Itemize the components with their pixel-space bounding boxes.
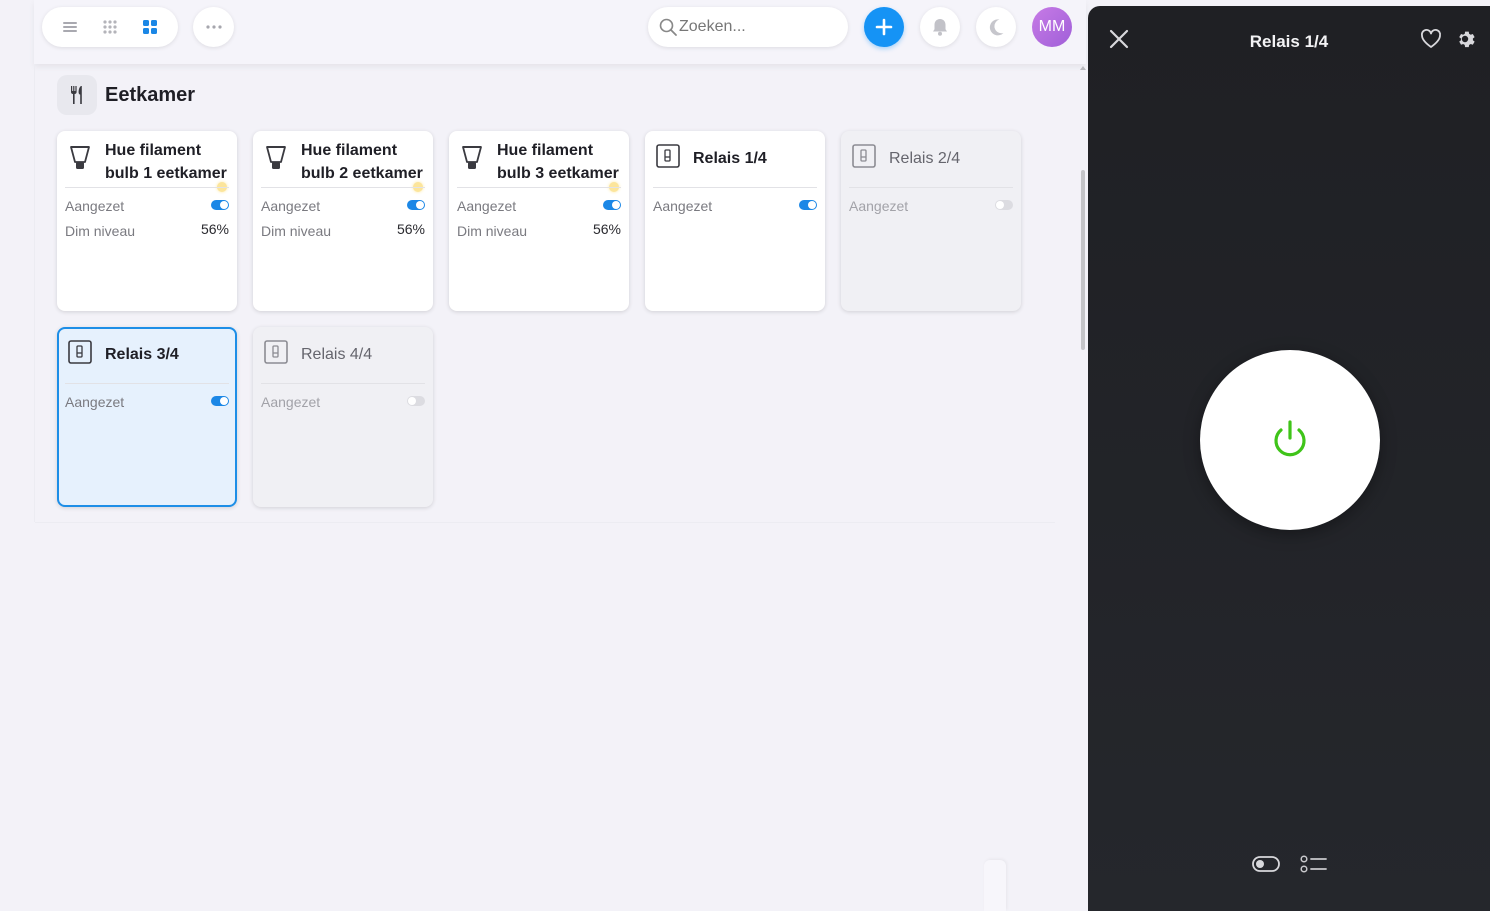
fork-knife-icon <box>57 75 97 115</box>
content-left-edge <box>34 64 35 522</box>
state-label: Aangezet <box>261 394 321 410</box>
add-button[interactable] <box>864 7 904 47</box>
device-card-hue-bulb-2[interactable]: Hue filament bulb 2 eetkamer Aangezet Di… <box>253 131 433 311</box>
search-box <box>648 7 848 47</box>
bulb-icon <box>263 143 289 180</box>
device-card-relais-4[interactable]: Relais 4/4 Aangezet <box>253 327 433 507</box>
relay-icon <box>263 339 289 370</box>
toggle-view-icon[interactable] <box>1252 856 1280 872</box>
dim-value: 56% <box>396 221 425 237</box>
card-divider <box>849 187 1013 188</box>
relay-icon <box>67 339 93 370</box>
card-divider <box>65 187 229 188</box>
power-toggle-button[interactable] <box>1200 350 1380 530</box>
state-label: Aangezet <box>849 198 909 214</box>
state-label: Aangezet <box>65 198 125 214</box>
state-label: Aangezet <box>457 198 517 214</box>
state-toggle[interactable] <box>799 200 817 210</box>
state-toggle[interactable] <box>603 200 621 210</box>
state-toggle[interactable] <box>211 200 229 210</box>
device-title: Relais 3/4 <box>105 346 179 363</box>
bottom-panel-stub <box>984 860 1006 911</box>
device-title: Relais 4/4 <box>301 346 373 363</box>
device-title: Hue filament bulb 1 eetkamer <box>105 142 227 182</box>
scroll-up-arrow-icon[interactable] <box>1079 64 1087 72</box>
notifications-button[interactable] <box>920 7 960 47</box>
room-title: Eetkamer <box>105 84 196 106</box>
bulb-icon <box>459 143 485 180</box>
card-divider <box>653 187 817 188</box>
state-toggle[interactable] <box>211 396 229 406</box>
power-icon <box>1274 420 1306 457</box>
list-details-icon[interactable] <box>1300 854 1328 874</box>
heart-icon[interactable] <box>1420 28 1442 50</box>
search-icon <box>659 18 677 36</box>
more-options-button[interactable] <box>193 7 234 47</box>
search-input[interactable] <box>679 15 839 39</box>
device-card-hue-bulb-1[interactable]: Hue filament bulb 1 eetkamer Aangezet Di… <box>57 131 237 311</box>
state-toggle[interactable] <box>407 200 425 210</box>
card-divider <box>65 383 229 384</box>
dim-label: Dim niveau <box>261 223 332 239</box>
device-card-relais-1[interactable]: Relais 1/4 Aangezet <box>645 131 825 311</box>
bell-icon <box>933 19 947 36</box>
relay-icon <box>655 143 681 174</box>
list-view-icon[interactable] <box>60 17 80 37</box>
state-label: Aangezet <box>261 198 321 214</box>
state-toggle[interactable] <box>407 396 425 406</box>
device-title: Relais 1/4 <box>693 150 767 167</box>
card-divider <box>261 187 425 188</box>
device-title: Hue filament bulb 3 eetkamer <box>497 142 619 182</box>
content-bottom-edge <box>35 522 1055 523</box>
bulb-icon <box>67 143 93 180</box>
dim-label: Dim niveau <box>65 223 136 239</box>
dim-label: Dim niveau <box>457 223 528 239</box>
relay-icon <box>851 143 877 174</box>
device-card-hue-bulb-3[interactable]: Hue filament bulb 3 eetkamer Aangezet Di… <box>449 131 629 311</box>
view-mode-switch <box>42 7 178 47</box>
card-divider <box>261 383 425 384</box>
dark-mode-button[interactable] <box>976 7 1016 47</box>
device-card-relais-3[interactable]: Relais 3/4 Aangezet <box>57 327 237 507</box>
gear-icon[interactable] <box>1454 28 1476 50</box>
device-title: Relais 2/4 <box>889 150 961 167</box>
state-label: Aangezet <box>65 394 125 410</box>
device-title: Hue filament bulb 2 eetkamer <box>301 142 423 182</box>
more-dots-icon <box>205 25 222 29</box>
card-divider <box>457 187 621 188</box>
state-label: Aangezet <box>653 198 713 214</box>
moon-icon <box>989 19 1004 36</box>
state-toggle[interactable] <box>995 200 1013 210</box>
compact-grid-view-icon[interactable] <box>100 17 120 37</box>
dim-value: 56% <box>592 221 621 237</box>
grid-view-icon[interactable] <box>140 17 160 37</box>
user-avatar[interactable]: MM <box>1032 7 1072 47</box>
dim-value: 56% <box>200 221 229 237</box>
device-detail-panel: Relais 1/4 <box>1088 6 1490 911</box>
device-card-relais-2[interactable]: Relais 2/4 Aangezet <box>841 131 1021 311</box>
plus-icon <box>875 18 893 36</box>
scrollbar-thumb[interactable] <box>1081 170 1085 350</box>
